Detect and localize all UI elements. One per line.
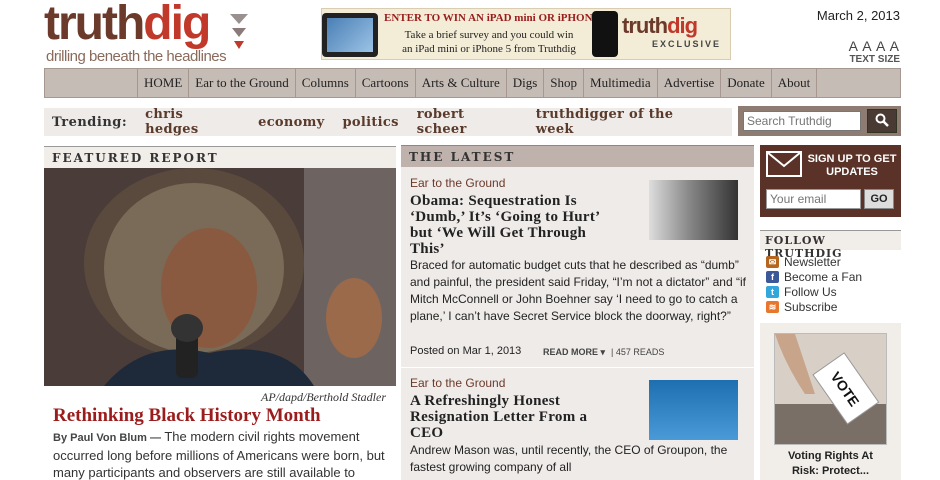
article-excerpt: Andrew Mason was, until recently, the CE… — [410, 443, 728, 474]
trending-item[interactable]: robert scheer — [417, 107, 518, 137]
ad-banner[interactable]: ENTER TO WIN AN iPAD mini OR iPHONE 5 Ta… — [321, 8, 731, 60]
nav-item-multimedia[interactable]: Multimedia — [584, 69, 658, 97]
nav-item-arts-culture[interactable]: Arts & Culture — [416, 69, 507, 97]
promo-title-line: Risk: Protect... — [791, 465, 870, 477]
logo-part2: dig — [143, 0, 211, 50]
search-icon — [875, 113, 889, 127]
featured-image[interactable] — [44, 168, 396, 386]
follow-item[interactable]: ≋ Subscribe — [766, 299, 862, 314]
article-title[interactable]: Obama: Sequestration Is ‘Dumb,’ It’s ‘Go… — [410, 193, 600, 257]
follow-label: Newsletter — [784, 254, 841, 269]
read-count: | 457 READS — [611, 347, 665, 357]
main-nav: HOME Ear to the Ground Columns Cartoons Arts… — [44, 68, 901, 98]
logo-part1: truth — [44, 0, 145, 50]
article-thumbnail[interactable] — [649, 380, 738, 440]
photo-credit: AP/dapd/Berthold Stadler — [261, 390, 386, 404]
article-category[interactable]: Ear to the Ground — [410, 176, 505, 190]
latest-header: THE LATEST — [401, 145, 754, 167]
trending-item[interactable]: truthdigger of the week — [536, 107, 714, 137]
article-title[interactable]: A Refreshingly Honest Resignation Letter… — [410, 393, 587, 441]
envelope-icon — [766, 151, 802, 177]
nav-item-advertise[interactable]: Advertise — [658, 69, 722, 97]
email-field[interactable] — [766, 189, 861, 209]
follow-label: Follow Us — [784, 284, 837, 299]
promo-widget[interactable]: VOTE Voting Rights At Risk: Protect... — [760, 323, 901, 480]
follow-label: Become a Fan — [784, 269, 863, 284]
nav-item-donate[interactable]: Donate — [721, 69, 772, 97]
mail-icon: ✉ — [766, 255, 779, 268]
title-line: A Refreshingly Honest — [410, 393, 561, 409]
ad-headline: ENTER TO WIN AN iPAD mini OR iPHONE 5 — [384, 12, 609, 24]
follow-item[interactable]: ✉ Newsletter — [766, 254, 862, 269]
logo-wordmark: truthdig — [44, 0, 211, 50]
search-button[interactable] — [867, 109, 897, 133]
ad-logo: truthdig — [622, 13, 698, 39]
trending-label: Trending: — [52, 114, 128, 130]
newsletter-signup: SIGN UP TO GET UPDATES GO — [760, 145, 901, 217]
featured-byline[interactable]: By Paul Von Blum — — [53, 432, 161, 444]
ad-logo-part2: dig — [667, 13, 698, 38]
iphone-image — [592, 11, 618, 57]
latest-column: Ear to the Ground Obama: Sequestration I… — [401, 167, 754, 480]
title-line: This’ — [410, 241, 445, 257]
nav-item-digs[interactable]: Digs — [507, 69, 545, 97]
nav-item-ear-to-the-ground[interactable]: Ear to the Ground — [189, 69, 296, 97]
text-size-controls[interactable]: A A A A — [849, 38, 900, 54]
follow-item[interactable]: f Become a Fan — [766, 269, 862, 284]
site-logo[interactable]: truthdig drilling beneath the headlines — [44, 0, 274, 65]
trending-item[interactable]: chris hedges — [145, 107, 240, 137]
current-date: March 2, 2013 — [816, 8, 900, 23]
promo-title[interactable]: Voting Rights At Risk: Protect... — [760, 449, 901, 479]
article-excerpt: Braced for automatic budget cuts that he… — [410, 258, 746, 323]
signup-text: SIGN UP TO GET UPDATES — [807, 153, 897, 178]
featured-title[interactable]: Rethinking Black History Month — [53, 405, 321, 427]
text-size-label: TEXT SIZE — [849, 54, 900, 65]
nav-item-columns[interactable]: Columns — [296, 69, 356, 97]
article-thumbnail[interactable] — [649, 180, 738, 240]
search-input[interactable] — [743, 111, 861, 131]
featured-excerpt: By Paul Von Blum — The modern civil righ… — [53, 428, 389, 480]
nav-item-cartoons[interactable]: Cartoons — [356, 69, 416, 97]
ad-logo-part1: truth — [622, 13, 668, 38]
title-line: Obama: Sequestration Is — [410, 193, 577, 209]
featured-photo — [44, 168, 396, 386]
rss-icon: ≋ — [766, 300, 779, 313]
trending-item[interactable]: politics — [343, 115, 399, 130]
promo-title-line: Voting Rights At — [788, 450, 873, 462]
read-more-link[interactable]: READ MORE ▾ — [543, 347, 605, 358]
article-divider — [401, 367, 754, 368]
featured-header: FEATURED REPORT — [44, 146, 396, 168]
ad-line2: an iPad mini or iPhone 5 from Truthdig — [402, 43, 576, 55]
ad-body: Take a brief survey and you could win an … — [384, 28, 594, 56]
trending-bar: Trending: chris hedges economy politics rob… — [44, 107, 732, 137]
title-line: but ‘We Will Get Through — [410, 225, 587, 241]
posted-date: Posted on Mar 1, 2013 — [410, 345, 522, 357]
article-category[interactable]: Ear to the Ground — [410, 376, 505, 390]
title-line: Resignation Letter From a — [410, 409, 588, 425]
title-line: ‘Dumb,’ It’s ‘Going to Hurt’ — [410, 209, 601, 225]
follow-item[interactable]: t Follow Us — [766, 284, 862, 299]
follow-list: ✉ Newsletter f Become a Fan t Follow Us ≋ Subsc… — [766, 254, 862, 314]
go-button[interactable]: GO — [864, 189, 894, 209]
facebook-icon: f — [766, 270, 779, 283]
trending-item[interactable]: economy — [258, 115, 324, 130]
logo-tagline: drilling beneath the headlines — [46, 48, 227, 65]
nav-item-home[interactable]: HOME — [137, 69, 190, 97]
nav-item-about[interactable]: About — [772, 69, 818, 97]
title-line: CEO — [410, 425, 444, 441]
ad-line1: Take a brief survey and you could win — [404, 29, 574, 41]
ad-exclusive: EXCLUSIVE — [652, 39, 722, 49]
nav-item-shop[interactable]: Shop — [544, 69, 585, 97]
search-box — [738, 106, 901, 136]
vote-image: VOTE — [774, 333, 887, 445]
ipad-image — [322, 13, 378, 57]
follow-label: Subscribe — [784, 299, 838, 314]
follow-header: FOLLOW TRUTHDIG — [760, 230, 901, 260]
logo-triangles-icon — [230, 14, 248, 49]
twitter-icon: t — [766, 285, 779, 298]
